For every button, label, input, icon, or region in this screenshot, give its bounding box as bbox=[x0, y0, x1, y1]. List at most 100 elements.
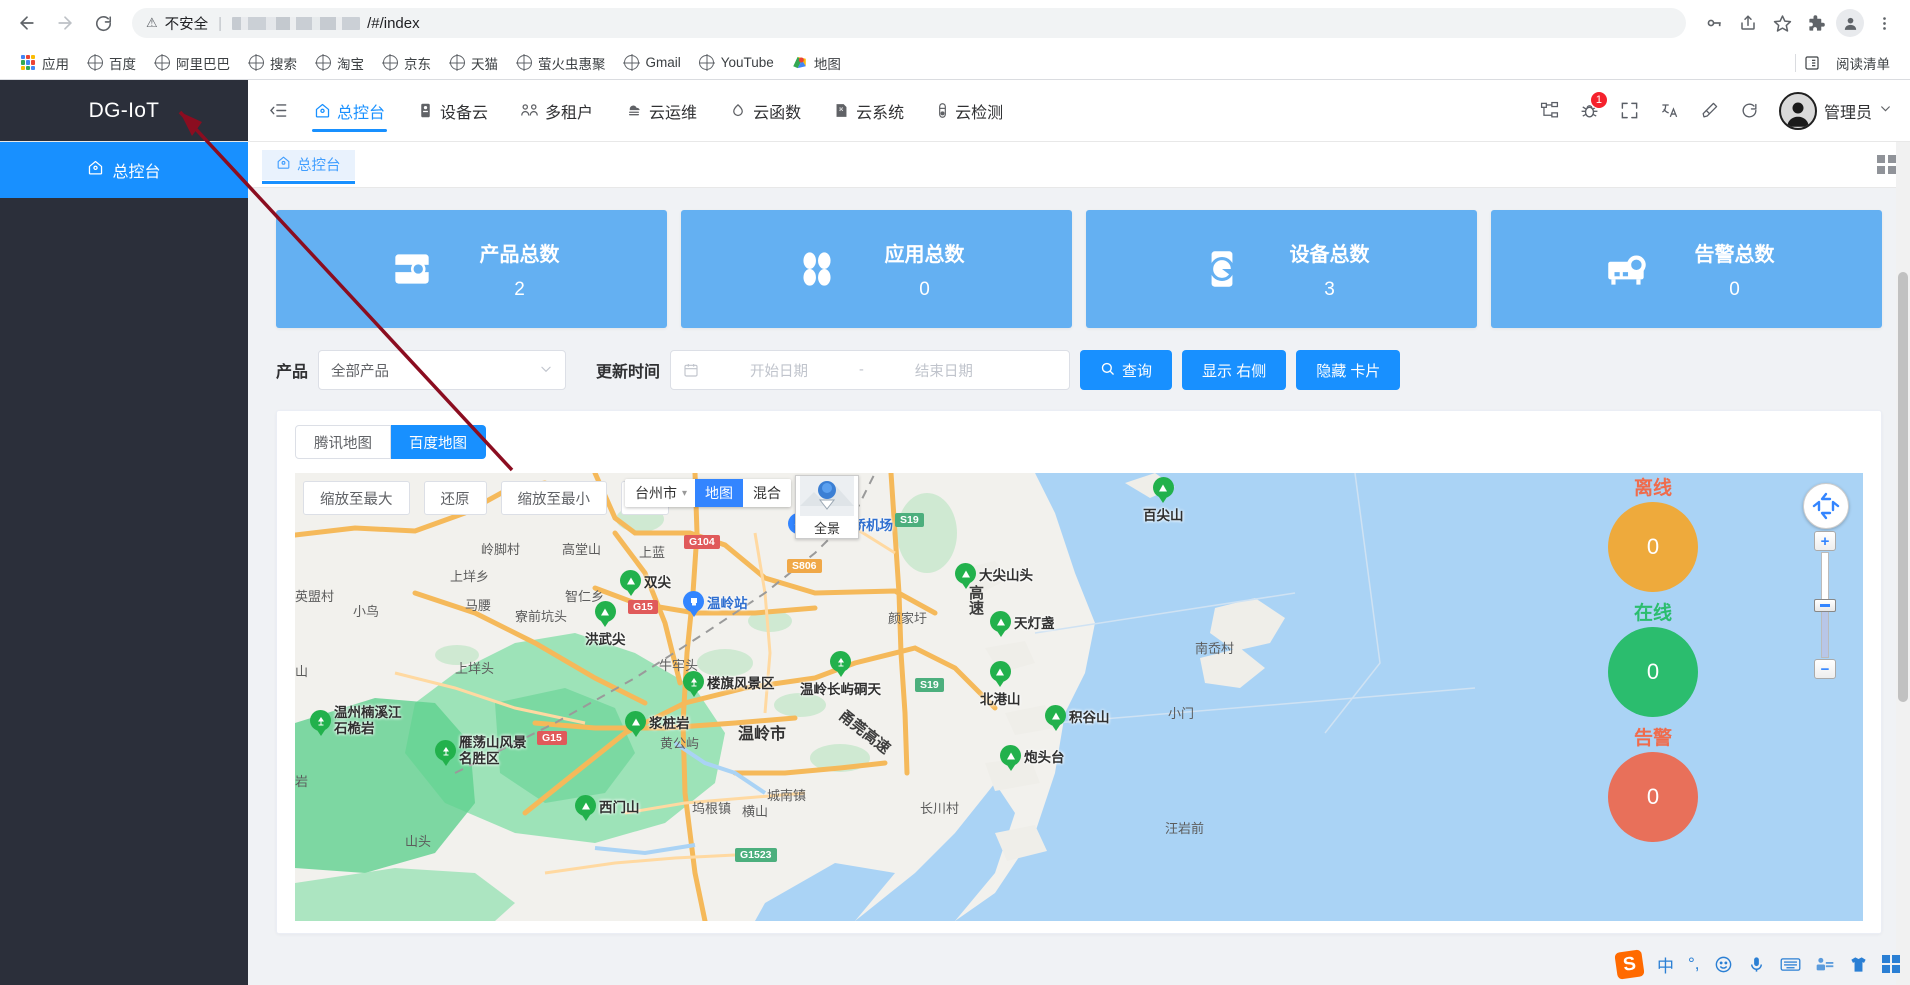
map-type-mixed[interactable]: 混合 bbox=[743, 479, 791, 507]
browser-menu-icon[interactable] bbox=[1868, 7, 1900, 39]
map-poi[interactable]: 北港山 bbox=[980, 661, 1021, 708]
map-poi[interactable]: 雁荡山风景 名胜区 bbox=[435, 735, 527, 766]
theme-brush-icon[interactable] bbox=[1693, 94, 1727, 128]
map-tab-baidu[interactable]: 百度地图 bbox=[391, 425, 486, 459]
smiley-icon[interactable] bbox=[1714, 955, 1733, 974]
zoom-handle[interactable] bbox=[1814, 599, 1836, 612]
map-poi[interactable]: 大尖山头 bbox=[955, 563, 1033, 584]
reading-list-label[interactable]: 阅读清单 bbox=[1828, 49, 1898, 77]
bookmark-alibaba[interactable]: 阿里巴巴 bbox=[146, 49, 238, 77]
bug-icon[interactable]: 1 bbox=[1573, 94, 1607, 128]
fullscreen-icon[interactable] bbox=[1613, 94, 1647, 128]
bookmark-jd[interactable]: 京东 bbox=[374, 49, 439, 77]
ime-chinese-mode[interactable]: 中 bbox=[1657, 952, 1674, 977]
bookmark-label: YouTube bbox=[721, 55, 774, 70]
nav-tab-device-cloud[interactable]: 设备云 bbox=[401, 80, 504, 141]
status-circle-offline[interactable]: 0 bbox=[1608, 502, 1698, 592]
ime-punctuation-mode[interactable]: °, bbox=[1688, 954, 1700, 974]
search-button[interactable]: 查询 bbox=[1080, 350, 1172, 390]
status-circle-online[interactable]: 0 bbox=[1608, 627, 1698, 717]
reload-button[interactable] bbox=[86, 6, 120, 40]
map-poi[interactable]: 炮头台 bbox=[1000, 745, 1065, 766]
stat-card-alarms[interactable]: 告警总数 0 bbox=[1491, 210, 1882, 328]
tag-dashboard[interactable]: 总控台 bbox=[262, 150, 355, 180]
sogou-logo-icon[interactable]: S bbox=[1614, 949, 1644, 979]
map-poi[interactable]: 积谷山 bbox=[1045, 705, 1110, 726]
nav-tab-cloud-function[interactable]: 云函数 bbox=[713, 80, 817, 141]
bookmark-star-icon[interactable] bbox=[1766, 7, 1798, 39]
bookmark-baidu[interactable]: 百度 bbox=[79, 49, 144, 77]
profile-button[interactable] bbox=[1834, 7, 1866, 39]
bookmark-gmail[interactable]: Gmail bbox=[616, 51, 689, 75]
zoom-min-button[interactable]: 缩放至最小 bbox=[501, 481, 608, 515]
map-poi[interactable]: 楼旗风景区 bbox=[683, 671, 775, 692]
collapse-menu-icon bbox=[269, 101, 288, 120]
back-button[interactable] bbox=[10, 6, 44, 40]
nav-tab-cloud-monitor[interactable]: 云检测 bbox=[920, 80, 1019, 141]
bookmark-maps[interactable]: 地图 bbox=[784, 49, 849, 77]
stat-label: 产品总数 bbox=[480, 238, 560, 267]
start-date-input[interactable]: 开始日期 bbox=[709, 360, 849, 381]
shirt-icon[interactable] bbox=[1849, 955, 1868, 974]
map-poi[interactable]: 双尖 bbox=[620, 570, 671, 591]
language-icon[interactable] bbox=[1653, 94, 1687, 128]
zoom-out-button[interactable]: − bbox=[1814, 659, 1836, 679]
nav-tab-dashboard[interactable]: 总控台 bbox=[298, 80, 401, 141]
map-zoom-slider[interactable]: + − bbox=[1814, 531, 1836, 679]
share-icon[interactable] bbox=[1732, 7, 1764, 39]
refresh-icon[interactable] bbox=[1733, 94, 1767, 128]
map-poi[interactable]: 温州楠溪江 石桅岩 bbox=[310, 705, 402, 736]
zoom-track[interactable] bbox=[1821, 552, 1829, 658]
sidebar-item-dashboard[interactable]: 总控台 bbox=[0, 142, 248, 198]
map-tab-tencent[interactable]: 腾讯地图 bbox=[295, 425, 391, 459]
nav-tab-cloud-ops[interactable]: 云运维 bbox=[609, 80, 713, 141]
sitemap-icon[interactable] bbox=[1533, 94, 1567, 128]
zoom-max-button[interactable]: 缩放至最大 bbox=[303, 481, 410, 515]
grid-icon[interactable] bbox=[1877, 155, 1896, 174]
microphone-icon[interactable] bbox=[1747, 955, 1766, 974]
stat-card-applications[interactable]: 应用总数 0 bbox=[681, 210, 1072, 328]
forward-button[interactable] bbox=[48, 6, 82, 40]
toolbox-icon[interactable] bbox=[1815, 956, 1835, 973]
user-menu[interactable]: 管理员 bbox=[1779, 92, 1892, 130]
collapse-sidebar-button[interactable] bbox=[258, 80, 298, 141]
map-poi[interactable]: 浆桩岩 bbox=[625, 711, 690, 732]
bookmark-search[interactable]: 搜索 bbox=[240, 49, 305, 77]
page-scrollbar[interactable] bbox=[1896, 142, 1910, 985]
extensions-icon[interactable] bbox=[1800, 7, 1832, 39]
address-bar[interactable]: ⚠ 不安全 | /#/index bbox=[132, 8, 1686, 38]
zoom-track-fill bbox=[1822, 607, 1828, 657]
page-scrollbar-thumb[interactable] bbox=[1898, 272, 1908, 702]
bookmark-taobao[interactable]: 淘宝 bbox=[307, 49, 372, 77]
nav-tab-cloud-system[interactable]: 云系统 bbox=[817, 80, 920, 141]
date-range-picker[interactable]: 开始日期 - 结束日期 bbox=[670, 350, 1070, 390]
map-poi[interactable]: 天灯盏 bbox=[990, 611, 1055, 632]
map-canvas[interactable]: 缩放至最大 还原 缩放至最小 bbox=[295, 473, 1863, 921]
bookmark-yinghuochong[interactable]: 萤火虫惠聚 bbox=[508, 49, 614, 77]
keyboard-icon[interactable] bbox=[1780, 956, 1801, 973]
stat-card-products[interactable]: 产品总数 2 bbox=[276, 210, 667, 328]
reset-button[interactable]: 还原 bbox=[424, 481, 487, 515]
bookmark-apps[interactable]: 应用 bbox=[12, 49, 77, 77]
hide-card-button[interactable]: 隐藏 卡片 bbox=[1296, 350, 1400, 390]
map-poi[interactable]: 温岭长屿硐天 bbox=[800, 651, 881, 698]
map-poi[interactable]: 温岭站 bbox=[683, 591, 748, 612]
password-key-icon[interactable] bbox=[1698, 7, 1730, 39]
bookmark-tmall[interactable]: 天猫 bbox=[441, 49, 506, 77]
map-poi[interactable]: 洪武尖 bbox=[585, 601, 626, 648]
zoom-in-button[interactable]: + bbox=[1814, 531, 1836, 551]
status-circle-alarm[interactable]: 0 bbox=[1608, 752, 1698, 842]
map-poi[interactable]: 百尖山 bbox=[1143, 477, 1184, 524]
end-date-input[interactable]: 结束日期 bbox=[874, 360, 1014, 381]
map-pan-control[interactable] bbox=[1803, 483, 1849, 529]
product-select[interactable]: 全部产品 bbox=[318, 350, 566, 390]
nav-tab-multi-tenant[interactable]: 多租户 bbox=[504, 80, 609, 141]
map-city-selector[interactable]: 台州市 ▾ bbox=[625, 479, 695, 507]
grid-icon[interactable] bbox=[1882, 955, 1901, 974]
panorama-control[interactable]: 全景 bbox=[795, 475, 859, 539]
map-type-map[interactable]: 地图 bbox=[695, 479, 743, 507]
map-poi[interactable]: 西门山 bbox=[575, 795, 640, 816]
show-right-button[interactable]: 显示 右侧 bbox=[1182, 350, 1286, 390]
bookmark-youtube[interactable]: YouTube bbox=[691, 51, 782, 75]
stat-card-devices[interactable]: 设备总数 3 bbox=[1086, 210, 1477, 328]
